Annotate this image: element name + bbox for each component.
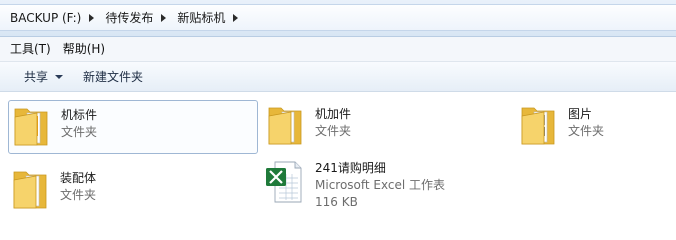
file-item-folder[interactable]: 装配体 文件夹	[8, 164, 248, 218]
menu-tools[interactable]: 工具(T)	[4, 38, 57, 60]
file-name: 装配体	[60, 171, 97, 185]
file-name: 机加件	[315, 107, 352, 121]
file-name: 图片	[568, 107, 593, 121]
share-label: 共享	[24, 70, 49, 84]
chevron-right-icon[interactable]	[89, 13, 95, 22]
file-item-folder[interactable]: 机加件 文件夹	[263, 100, 503, 154]
file-name: 241请购明细	[315, 161, 386, 175]
chevron-right-icon[interactable]	[161, 13, 167, 22]
folder-icon	[268, 107, 302, 145]
breadcrumb-label: BACKUP (F:)	[10, 10, 82, 25]
file-item-folder[interactable]: 图片 文件夹	[516, 100, 666, 154]
breadcrumb-label: 待传发布	[105, 11, 154, 25]
new-folder-label: 新建文件夹	[83, 70, 144, 84]
file-type: Microsoft Excel 工作表	[315, 178, 446, 192]
file-type: 文件夹	[60, 188, 97, 202]
breadcrumb[interactable]: BACKUP (F:) 待传发布 新贴标机	[0, 4, 676, 31]
file-list: 机标件 文件夹 机加件 文件夹 图片 文件夹 装配体 文件夹 241请购明细 M…	[0, 93, 676, 240]
breadcrumb-item-current[interactable]: 新贴标机	[175, 5, 247, 30]
file-size: 116 KB	[315, 195, 358, 209]
file-name: 机标件	[61, 108, 98, 122]
file-type: 文件夹	[568, 124, 605, 138]
folder-icon	[13, 171, 47, 209]
share-button[interactable]: 共享	[14, 66, 73, 88]
folder-icon	[521, 107, 555, 145]
address-bar: BACKUP (F:) 待传发布 新贴标机	[0, 0, 676, 37]
file-item-excel[interactable]: 241请购明细 Microsoft Excel 工作表 116 KB	[263, 156, 513, 210]
menu-bar: 工具(T) 帮助(H)	[0, 37, 676, 62]
file-item-folder[interactable]: 机标件 文件夹	[8, 100, 258, 154]
breadcrumb-item-drive[interactable]: BACKUP (F:)	[8, 5, 103, 30]
command-bar: 共享 新建文件夹	[0, 62, 676, 92]
breadcrumb-label: 新贴标机	[177, 11, 226, 25]
file-type: 文件夹	[315, 124, 352, 138]
excel-file-icon	[266, 161, 302, 203]
folder-icon	[14, 108, 48, 146]
dropdown-arrow-icon	[55, 74, 64, 79]
breadcrumb-item-folder[interactable]: 待传发布	[103, 5, 175, 30]
new-folder-button[interactable]: 新建文件夹	[73, 66, 153, 88]
chevron-right-icon[interactable]	[233, 13, 239, 22]
menu-help[interactable]: 帮助(H)	[57, 38, 111, 60]
file-type: 文件夹	[61, 125, 98, 139]
